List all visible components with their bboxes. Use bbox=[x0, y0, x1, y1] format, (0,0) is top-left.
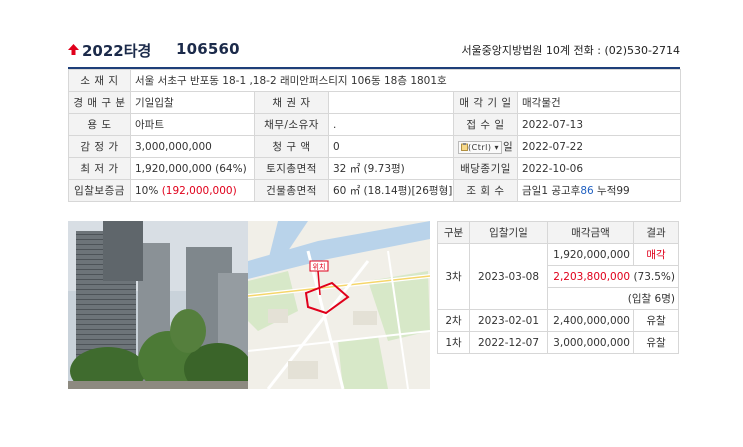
dividend-label: 배당종기일 bbox=[453, 157, 518, 180]
bid-sale-price-3: 2,203,800,000 bbox=[553, 270, 631, 283]
deposit-pct: 10% bbox=[135, 184, 162, 197]
debtor-value: . bbox=[328, 113, 454, 136]
bid-header-round: 구분 bbox=[437, 221, 470, 244]
map-image: 위치 bbox=[248, 221, 430, 389]
bid-price-1: 3,000,000,000 bbox=[547, 331, 634, 354]
claim-value: 0 bbox=[328, 135, 454, 158]
auction-info-table: 소 재 지 서울 서초구 반포동 18-1 ,18-2 래미안퍼스티지 106동… bbox=[68, 69, 681, 202]
court-info: 서울중앙지방법원 10계 전화 : (02)530-2714 bbox=[461, 44, 680, 57]
case-header: 2022타경 106560 서울중앙지방법원 10계 전화 : (02)530-… bbox=[68, 40, 680, 64]
dividend-value: 2022-10-06 bbox=[517, 157, 681, 180]
location-map[interactable]: 위치 bbox=[248, 221, 430, 389]
min-row: 최 저 가 1,920,000,000 (64%) 토지총면적 32 ㎡ (9.… bbox=[68, 157, 681, 180]
bid-min-price-3: 1,920,000,000 bbox=[547, 243, 634, 266]
deposit-row: 입찰보증금 10% (192,000,000) 건물총면적 60 ㎡ (18.1… bbox=[68, 179, 681, 202]
sale-date-label: 매 각 기 일 bbox=[453, 91, 518, 114]
bid-header-date: 입찰기일 bbox=[469, 221, 548, 244]
appraisal-row: 감 정 가 3,000,000,000 청 구 액 0 (Ctrl) ▾ 일 20… bbox=[68, 135, 681, 158]
land-value: 32 ㎡ (9.73평) bbox=[328, 157, 454, 180]
bid-sale-pct-3: (73.5%) bbox=[633, 270, 675, 283]
bid-header-row: 구분 입찰기일 매각금액 결과 bbox=[437, 221, 679, 244]
bid-header-price: 매각금액 bbox=[547, 221, 634, 244]
property-photo[interactable] bbox=[68, 221, 248, 389]
bid-date-1: 2022-12-07 bbox=[469, 331, 548, 354]
bid-row-3-min: 3차 2023-03-08 1,920,000,000 매각 bbox=[437, 243, 679, 310]
type-label: 경 매 구 분 bbox=[68, 91, 131, 114]
bid-round-3: 3차 bbox=[437, 243, 470, 310]
sale-date-value: 매각물건 bbox=[517, 91, 681, 114]
views-value: 금일1 공고후86 누적99 bbox=[517, 179, 681, 202]
ctrl-dropdown[interactable]: (Ctrl) ▾ bbox=[458, 140, 503, 154]
bid-date-3: 2023-03-08 bbox=[469, 243, 548, 310]
map-marker-label: 위치 bbox=[313, 262, 326, 271]
bid-row-1: 1차 2022-12-07 3,000,000,000 유찰 bbox=[437, 331, 679, 354]
building-value: 60 ㎡ (18.14평)[26평형] bbox=[328, 179, 454, 202]
type-value: 기일입찰 bbox=[130, 91, 255, 114]
type-row: 경 매 구 분 기일입찰 채 권 자 매 각 기 일 매각물건 bbox=[68, 91, 681, 114]
deposit-label: 입찰보증금 bbox=[68, 179, 131, 202]
start-value: 2022-07-22 bbox=[517, 135, 681, 158]
views-total: 누적99 bbox=[593, 185, 630, 197]
views-count: 86 bbox=[580, 185, 594, 197]
views-prefix: 금일1 공고후 bbox=[522, 185, 581, 197]
bid-result-2: 유찰 bbox=[633, 309, 679, 332]
debtor-label: 채무/소유자 bbox=[254, 113, 329, 136]
use-row: 용 도 아파트 채무/소유자 . 접 수 일 2022-07-13 bbox=[68, 113, 681, 136]
address-row: 소 재 지 서울 서초구 반포동 18-1 ,18-2 래미안퍼스티지 106동… bbox=[68, 69, 681, 92]
ctrl-label: (Ctrl) ▾ bbox=[468, 142, 500, 152]
address-value: 서울 서초구 반포동 18-1 ,18-2 래미안퍼스티지 106동 18층 1… bbox=[130, 69, 681, 92]
bid-sale-cell-3: 2,203,800,000 (73.5%) bbox=[547, 265, 679, 288]
bid-price-2: 2,400,000,000 bbox=[547, 309, 634, 332]
appraisal-label: 감 정 가 bbox=[68, 135, 131, 158]
start-label: 일 bbox=[503, 141, 514, 153]
bid-round-1: 1차 bbox=[437, 331, 470, 354]
bid-date-2: 2023-02-01 bbox=[469, 309, 548, 332]
bid-bidders-3: (입찰 6명) bbox=[547, 287, 679, 310]
bid-result-1: 유찰 bbox=[633, 331, 679, 354]
bid-result-3: 매각 bbox=[633, 243, 679, 266]
address-label: 소 재 지 bbox=[68, 69, 131, 92]
receipt-label: 접 수 일 bbox=[453, 113, 518, 136]
up-arrow-icon bbox=[68, 44, 79, 55]
building-label: 건물총면적 bbox=[254, 179, 329, 202]
apartment-photo-image bbox=[68, 221, 248, 389]
min-label: 최 저 가 bbox=[68, 157, 131, 180]
views-label: 조 회 수 bbox=[453, 179, 518, 202]
claim-label: 청 구 액 bbox=[254, 135, 329, 158]
case-year: 2022타경 bbox=[82, 42, 152, 60]
deposit-value: 10% (192,000,000) bbox=[130, 179, 255, 202]
receipt-value: 2022-07-13 bbox=[517, 113, 681, 136]
land-label: 토지총면적 bbox=[254, 157, 329, 180]
min-value: 1,920,000,000 (64%) bbox=[130, 157, 255, 180]
appraisal-value: 3,000,000,000 bbox=[130, 135, 255, 158]
paste-icon bbox=[461, 143, 468, 151]
bid-row-2: 2차 2023-02-01 2,400,000,000 유찰 bbox=[437, 309, 679, 332]
creditor-label: 채 권 자 bbox=[254, 91, 329, 114]
bid-round-2: 2차 bbox=[437, 309, 470, 332]
start-label-cell[interactable]: (Ctrl) ▾ 일 bbox=[453, 135, 518, 158]
deposit-amount: (192,000,000) bbox=[161, 184, 237, 197]
case-number: 106560 bbox=[176, 40, 240, 58]
use-label: 용 도 bbox=[68, 113, 131, 136]
bid-header-result: 결과 bbox=[633, 221, 679, 244]
bid-history-table: 구분 입찰기일 매각금액 결과 3차 2023-03-08 1,920,000,… bbox=[437, 221, 679, 354]
use-value: 아파트 bbox=[130, 113, 255, 136]
creditor-value bbox=[328, 91, 454, 114]
